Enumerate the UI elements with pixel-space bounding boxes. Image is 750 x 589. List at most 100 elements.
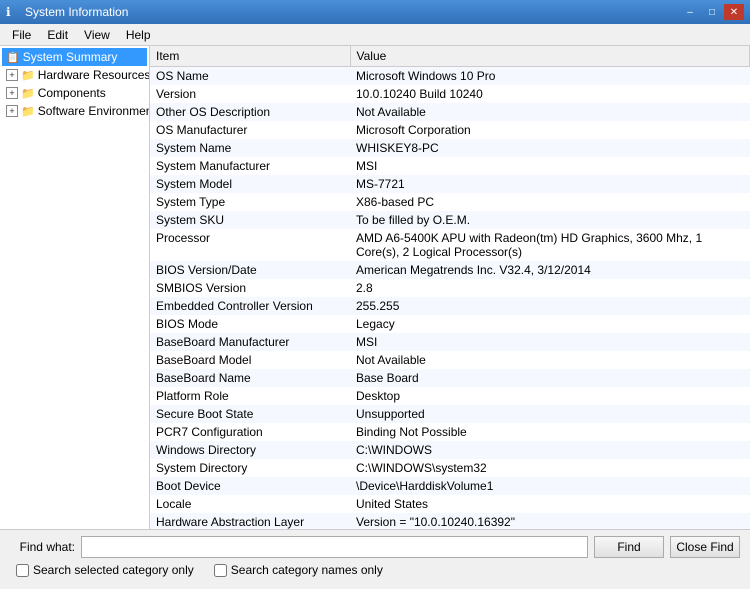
- minimize-button[interactable]: –: [680, 4, 700, 20]
- table-row: SMBIOS Version2.8: [150, 279, 750, 297]
- sidebar-item-hardware-resources[interactable]: + 📁 Hardware Resources: [2, 66, 147, 84]
- table-row: BaseBoard ManufacturerMSI: [150, 333, 750, 351]
- checkbox-selected-category-input[interactable]: [16, 564, 29, 577]
- table-cell-item: BaseBoard Model: [150, 351, 350, 369]
- table-row: OS NameMicrosoft Windows 10 Pro: [150, 67, 750, 86]
- table-cell-value: Version = "10.0.10240.16392": [350, 513, 750, 529]
- table-row: Hardware Abstraction LayerVersion = "10.…: [150, 513, 750, 529]
- menu-view[interactable]: View: [76, 26, 118, 44]
- table-cell-item: PCR7 Configuration: [150, 423, 350, 441]
- menu-bar: File Edit View Help: [0, 24, 750, 46]
- table-cell-value: Unsupported: [350, 405, 750, 423]
- checkbox-category-names[interactable]: Search category names only: [214, 563, 383, 577]
- table-cell-value: United States: [350, 495, 750, 513]
- checkbox-category-names-input[interactable]: [214, 564, 227, 577]
- folder-icon-components: 📁: [21, 87, 35, 100]
- close-find-button[interactable]: Close Find: [670, 536, 740, 558]
- sidebar-item-software-environment[interactable]: + 📁 Software Environment: [2, 102, 147, 120]
- table-cell-value: Microsoft Windows 10 Pro: [350, 67, 750, 86]
- sidebar-item-system-summary-label: System Summary: [23, 50, 118, 64]
- checkbox-row: Search selected category only Search cat…: [10, 563, 740, 577]
- table-cell-value: AMD A6-5400K APU with Radeon(tm) HD Grap…: [350, 229, 750, 261]
- table-cell-value: 10.0.10240 Build 10240: [350, 85, 750, 103]
- find-label: Find what:: [10, 540, 75, 554]
- table-cell-item: Platform Role: [150, 387, 350, 405]
- expand-icon-software: +: [6, 105, 18, 117]
- table-cell-value: MSI: [350, 157, 750, 175]
- checkbox-category-names-label: Search category names only: [231, 563, 383, 577]
- close-button[interactable]: ✕: [724, 4, 744, 20]
- table-cell-item: OS Name: [150, 67, 350, 86]
- menu-edit[interactable]: Edit: [39, 26, 76, 44]
- bottom-area: Find what: Find Close Find Search select…: [0, 529, 750, 589]
- title-bar: ℹ System Information – □ ✕: [0, 0, 750, 24]
- table-row: BIOS ModeLegacy: [150, 315, 750, 333]
- find-input[interactable]: [81, 536, 588, 558]
- table-cell-item: Version: [150, 85, 350, 103]
- table-cell-value: Legacy: [350, 315, 750, 333]
- table-cell-value: Microsoft Corporation: [350, 121, 750, 139]
- left-panel: 📋 System Summary + 📁 Hardware Resources …: [0, 46, 150, 529]
- table-cell-value: American Megatrends Inc. V32.4, 3/12/201…: [350, 261, 750, 279]
- table-cell-item: Processor: [150, 229, 350, 261]
- table-cell-value: MSI: [350, 333, 750, 351]
- menu-file[interactable]: File: [4, 26, 39, 44]
- table-cell-value: 2.8: [350, 279, 750, 297]
- table-cell-item: BIOS Version/Date: [150, 261, 350, 279]
- table-row: OS ManufacturerMicrosoft Corporation: [150, 121, 750, 139]
- table-cell-item: System Type: [150, 193, 350, 211]
- table-cell-item: System Model: [150, 175, 350, 193]
- table-cell-value: WHISKEY8-PC: [350, 139, 750, 157]
- checkbox-selected-category-label: Search selected category only: [33, 563, 194, 577]
- table-cell-value: C:\WINDOWS: [350, 441, 750, 459]
- sidebar-item-components[interactable]: + 📁 Components: [2, 84, 147, 102]
- table-row: System TypeX86-based PC: [150, 193, 750, 211]
- table-cell-item: System SKU: [150, 211, 350, 229]
- table-cell-item: System Directory: [150, 459, 350, 477]
- table-cell-value: C:\WINDOWS\system32: [350, 459, 750, 477]
- table-row: ProcessorAMD A6-5400K APU with Radeon(tm…: [150, 229, 750, 261]
- right-panel[interactable]: Item Value OS NameMicrosoft Windows 10 P…: [150, 46, 750, 529]
- table-row: Platform RoleDesktop: [150, 387, 750, 405]
- table-cell-item: Hardware Abstraction Layer: [150, 513, 350, 529]
- title-bar-buttons: – □ ✕: [680, 4, 744, 20]
- table-cell-value: Binding Not Possible: [350, 423, 750, 441]
- table-cell-item: Boot Device: [150, 477, 350, 495]
- col-header-value: Value: [350, 46, 750, 67]
- table-cell-item: BaseBoard Name: [150, 369, 350, 387]
- main-content: 📋 System Summary + 📁 Hardware Resources …: [0, 46, 750, 529]
- table-row: System SKUTo be filled by O.E.M.: [150, 211, 750, 229]
- find-row: Find what: Find Close Find: [10, 536, 740, 558]
- table-row: System ManufacturerMSI: [150, 157, 750, 175]
- table-cell-value: Base Board: [350, 369, 750, 387]
- table-row: Boot Device\Device\HarddiskVolume1: [150, 477, 750, 495]
- expand-icon-components: +: [6, 87, 18, 99]
- table-cell-item: Embedded Controller Version: [150, 297, 350, 315]
- table-cell-value: Desktop: [350, 387, 750, 405]
- sidebar-item-components-label: Components: [38, 86, 106, 100]
- sidebar-item-system-summary[interactable]: 📋 System Summary: [2, 48, 147, 66]
- table-row: System NameWHISKEY8-PC: [150, 139, 750, 157]
- table-row: Embedded Controller Version255.255: [150, 297, 750, 315]
- checkbox-selected-category[interactable]: Search selected category only: [16, 563, 194, 577]
- menu-help[interactable]: Help: [118, 26, 159, 44]
- table-cell-item: Windows Directory: [150, 441, 350, 459]
- find-button[interactable]: Find: [594, 536, 664, 558]
- folder-icon: 📋: [6, 51, 20, 64]
- table-cell-item: BIOS Mode: [150, 315, 350, 333]
- table-cell-value: \Device\HarddiskVolume1: [350, 477, 750, 495]
- table-row: BaseBoard ModelNot Available: [150, 351, 750, 369]
- expand-icon-hardware: +: [6, 69, 18, 81]
- col-header-item: Item: [150, 46, 350, 67]
- table-row: PCR7 ConfigurationBinding Not Possible: [150, 423, 750, 441]
- table-row: Version10.0.10240 Build 10240: [150, 85, 750, 103]
- table-row: LocaleUnited States: [150, 495, 750, 513]
- restore-button[interactable]: □: [702, 4, 722, 20]
- table-row: Secure Boot StateUnsupported: [150, 405, 750, 423]
- table-cell-value: Not Available: [350, 103, 750, 121]
- table-row: System ModelMS-7721: [150, 175, 750, 193]
- table-row: System DirectoryC:\WINDOWS\system32: [150, 459, 750, 477]
- table-cell-item: Locale: [150, 495, 350, 513]
- table-cell-item: SMBIOS Version: [150, 279, 350, 297]
- sidebar-item-software-environment-label: Software Environment: [38, 104, 150, 118]
